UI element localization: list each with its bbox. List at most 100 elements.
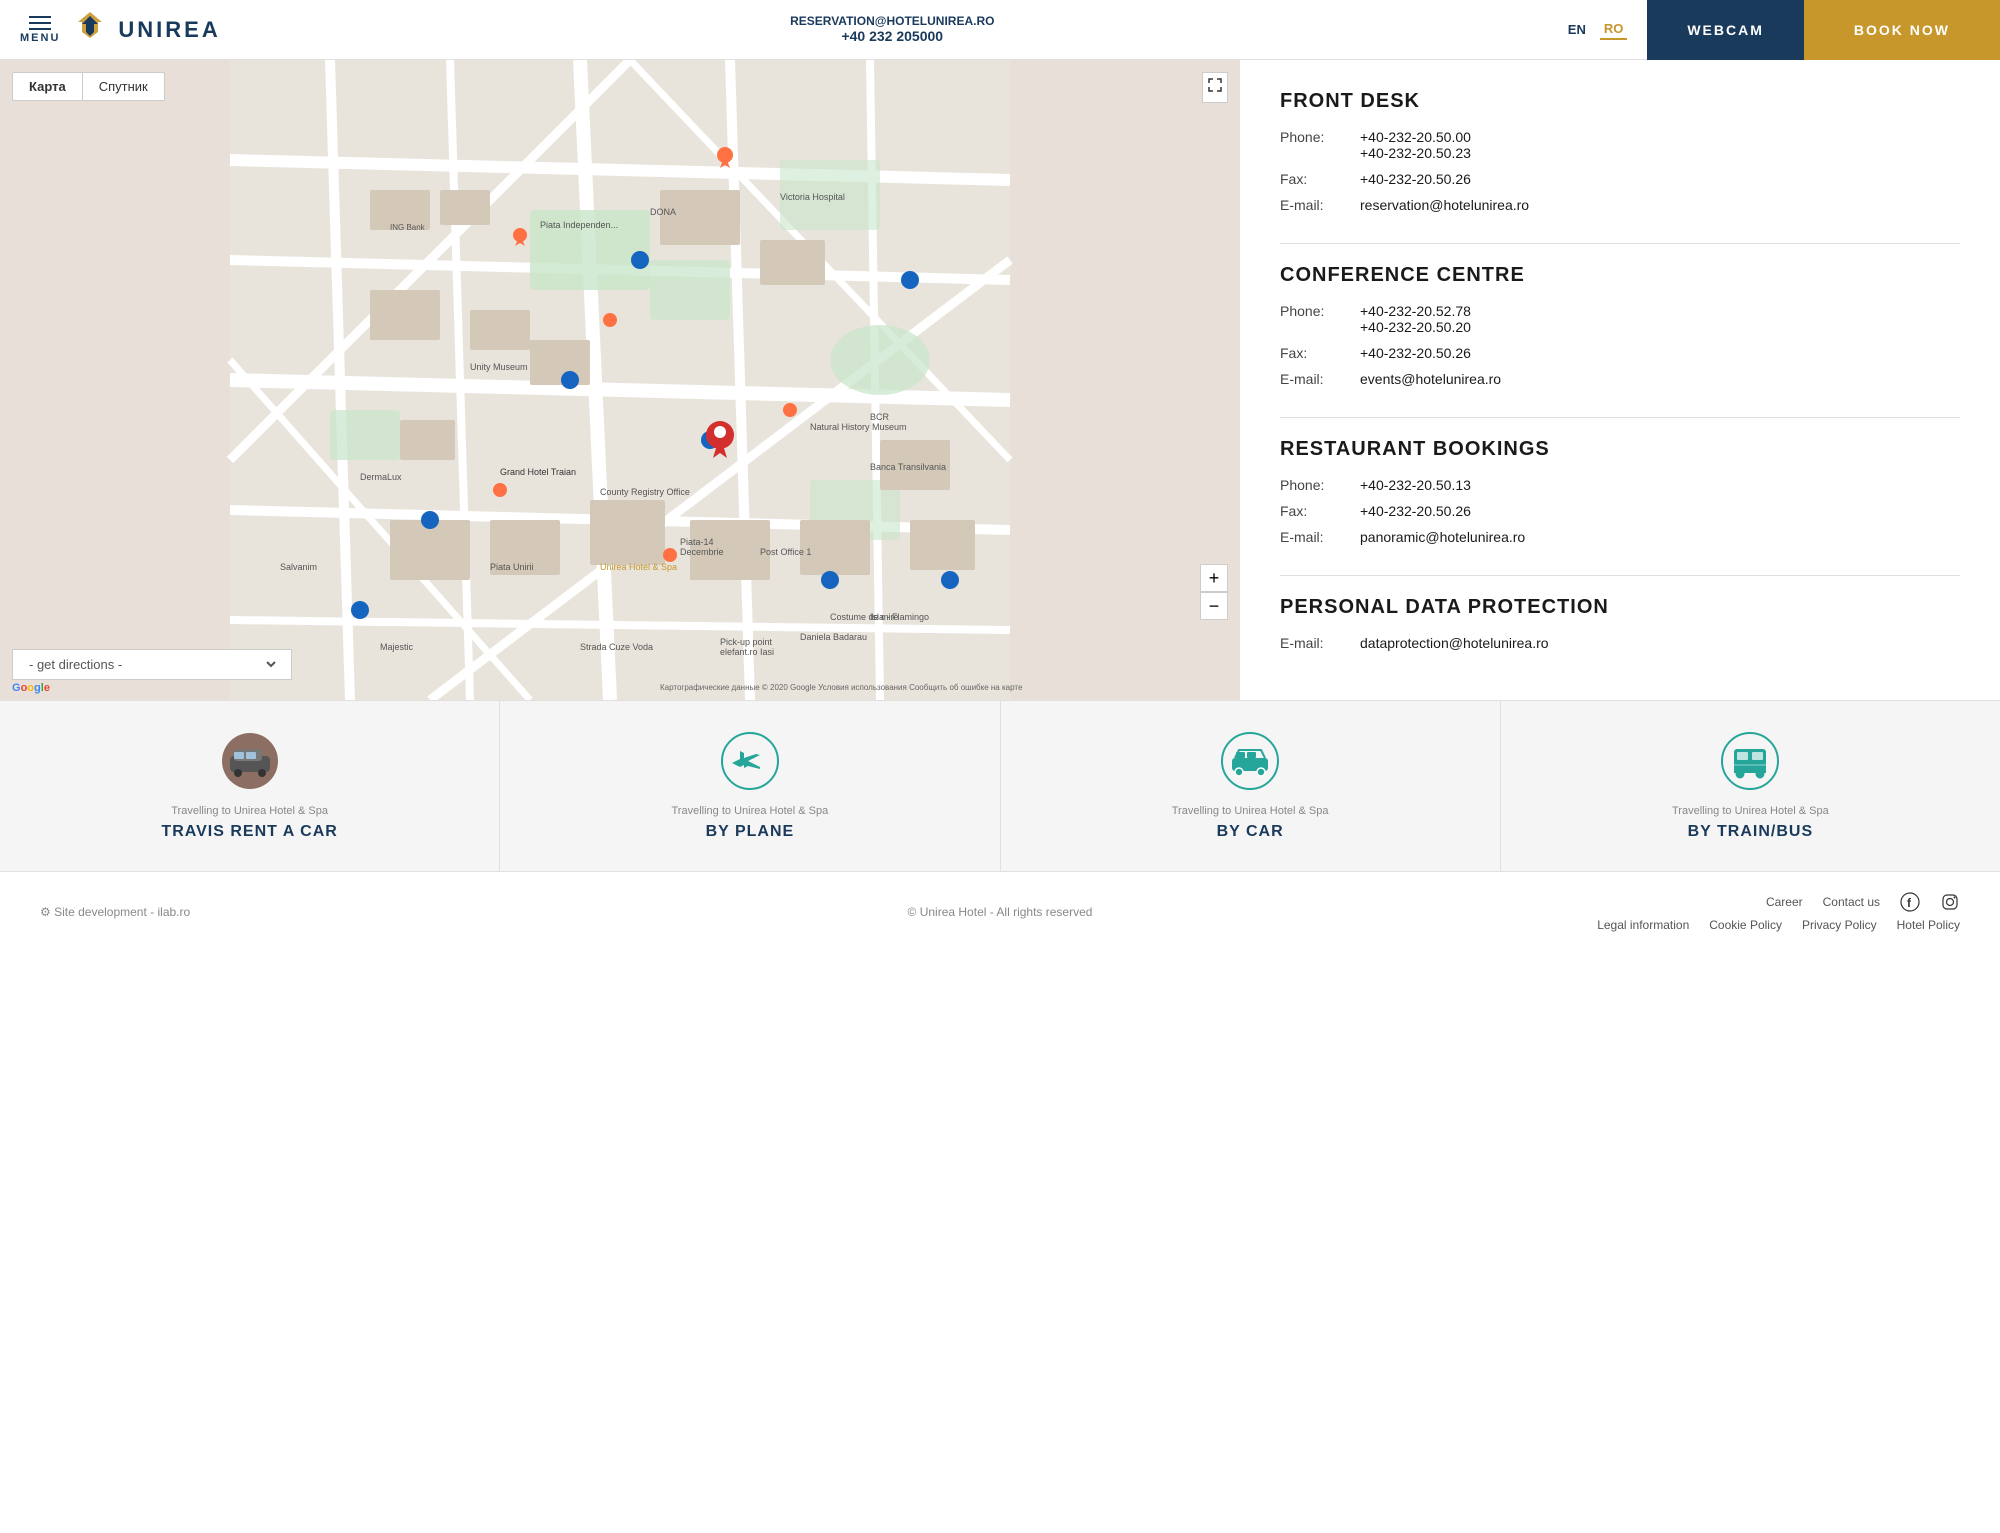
data-protection-email-row: E-mail: dataprotection@hotelunirea.ro (1280, 635, 1960, 651)
front-desk-email-row: E-mail: reservation@hotelunirea.ro (1280, 197, 1960, 213)
travel-item-car[interactable]: Travelling to Unirea Hotel & Spa BY CAR (1001, 701, 1501, 871)
footer-links-bottom: Legal information Cookie Policy Privacy … (1597, 918, 1960, 932)
header-left: MENU UNIREA (0, 10, 241, 50)
front-desk-phone-row: Phone: +40-232-20.50.00 +40-232-20.50.23 (1280, 129, 1960, 161)
conference-phone-values: +40-232-20.52.78 +40-232-20.50.20 (1360, 303, 1471, 335)
front-desk-fax-row: Fax: +40-232-20.50.26 (1280, 171, 1960, 187)
info-section: FRONT DESK Phone: +40-232-20.50.00 +40-2… (1240, 60, 2000, 700)
footer-career-link[interactable]: Career (1766, 895, 1803, 909)
svg-text:County Registry Office: County Registry Office (600, 487, 690, 497)
footer: ⚙ Site development - ilab.ro © Unirea Ho… (0, 871, 2000, 952)
conference-email-label: E-mail: (1280, 371, 1360, 387)
header-center: RESERVATION@HOTELUNIREA.RO +40 232 20500… (241, 14, 1544, 46)
directions-select[interactable]: - get directions - (25, 656, 279, 673)
map-placeholder[interactable]: Piata Independen... ING Bank Unity Museu… (0, 60, 1240, 700)
footer-legal-link[interactable]: Legal information (1597, 918, 1689, 932)
booknow-button[interactable]: BOOK NOW (1804, 0, 2000, 60)
map-tabs: Карта Спутник (12, 72, 165, 101)
svg-text:elefant.ro Iasi: elefant.ro Iasi (720, 647, 774, 657)
facebook-icon[interactable]: f (1900, 892, 1920, 912)
menu-icon (29, 16, 51, 30)
svg-text:Grand Hotel Traian: Grand Hotel Traian (500, 467, 576, 477)
svg-text:DONA: DONA (650, 207, 676, 217)
plane-icon-wrapper (720, 731, 780, 791)
conference-block: CONFERENCE CENTRE Phone: +40-232-20.52.7… (1280, 264, 1960, 387)
lang-ro[interactable]: RO (1600, 19, 1628, 40)
restaurant-phone: +40-232-20.50.13 (1360, 477, 1471, 493)
instagram-icon[interactable] (1940, 892, 1960, 912)
conference-fax-label: Fax: (1280, 345, 1360, 361)
logo-text: UNIREA (118, 17, 220, 43)
front-desk-email: reservation@hotelunirea.ro (1360, 197, 1529, 213)
footer-contact-link[interactable]: Contact us (1823, 895, 1880, 909)
travel-item-plane[interactable]: Travelling to Unirea Hotel & Spa BY PLAN… (500, 701, 1000, 871)
footer-sitedev: ⚙ Site development - ilab.ro (40, 905, 680, 919)
svg-text:Decembrie: Decembrie (680, 547, 724, 557)
restaurant-fax-label: Fax: (1280, 503, 1360, 519)
svg-text:Daniela Badarau: Daniela Badarau (800, 632, 867, 642)
map-svg: Piata Independen... ING Bank Unity Museu… (0, 60, 1240, 700)
front-desk-title: FRONT DESK (1280, 90, 1960, 113)
svg-text:Post Office 1: Post Office 1 (760, 547, 811, 557)
restaurant-email-label: E-mail: (1280, 529, 1360, 545)
directions-input[interactable]: - get directions - (12, 649, 292, 680)
conference-fax: +40-232-20.50.26 (1360, 345, 1471, 361)
conference-title: CONFERENCE CENTRE (1280, 264, 1960, 287)
car-icon-wrapper (1220, 731, 1280, 791)
map-section: Piata Independen... ING Bank Unity Museu… (0, 60, 1240, 700)
lang-en[interactable]: EN (1564, 20, 1590, 39)
restaurant-block: RESTAURANT BOOKINGS Phone: +40-232-20.50… (1280, 438, 1960, 545)
front-desk-phone2: +40-232-20.50.23 (1360, 145, 1471, 161)
expand-icon (1207, 77, 1223, 93)
google-logo: Google (12, 682, 50, 694)
rentacar-title: TRAVIS RENT A CAR (161, 823, 337, 841)
car-subtitle: Travelling to Unirea Hotel & Spa (1172, 805, 1329, 817)
svg-text:Victoria Hospital: Victoria Hospital (780, 192, 845, 202)
zoom-in-button[interactable]: + (1200, 564, 1228, 592)
conference-fax-row: Fax: +40-232-20.50.26 (1280, 345, 1960, 361)
conference-phone-row: Phone: +40-232-20.52.78 +40-232-20.50.20 (1280, 303, 1960, 335)
front-desk-fax: +40-232-20.50.26 (1360, 171, 1471, 187)
svg-text:Piata-14: Piata-14 (680, 537, 714, 547)
webcam-button[interactable]: WEBCAM (1647, 0, 1804, 60)
rentacar-icon (220, 731, 280, 791)
conference-phone2: +40-232-20.50.20 (1360, 319, 1471, 335)
svg-text:Unity Museum: Unity Museum (470, 362, 528, 372)
footer-privacy-link[interactable]: Privacy Policy (1802, 918, 1877, 932)
plane-subtitle: Travelling to Unirea Hotel & Spa (672, 805, 829, 817)
front-desk-phone-label: Phone: (1280, 129, 1360, 145)
footer-hotel-link[interactable]: Hotel Policy (1897, 918, 1960, 932)
map-expand-button[interactable] (1202, 72, 1228, 103)
car-icon (1220, 731, 1280, 791)
svg-text:Majestic: Majestic (380, 642, 414, 652)
data-protection-block: PERSONAL DATA PROTECTION E-mail: datapro… (1280, 596, 1960, 651)
zoom-out-button[interactable]: − (1200, 592, 1228, 620)
conference-email: events@hotelunirea.ro (1360, 371, 1501, 387)
svg-text:Картографические данные © 2020: Картографические данные © 2020 Google Ус… (660, 683, 1023, 692)
divider-1 (1280, 243, 1960, 244)
svg-text:BCR: BCR (870, 412, 890, 422)
footer-cookie-link[interactable]: Cookie Policy (1709, 918, 1782, 932)
menu-label: MENU (20, 32, 60, 44)
site-dev-text: ⚙ Site development - ilab.ro (40, 905, 190, 919)
map-tab-map[interactable]: Карта (12, 72, 83, 101)
divider-3 (1280, 575, 1960, 576)
travel-section: Travelling to Unirea Hotel & Spa TRAVIS … (0, 700, 2000, 871)
menu-button[interactable]: MENU (20, 16, 60, 44)
front-desk-fax-label: Fax: (1280, 171, 1360, 187)
copyright-text: © Unirea Hotel - All rights reserved (908, 905, 1093, 919)
conference-phone1: +40-232-20.52.78 (1360, 303, 1471, 319)
front-desk-phone-values: +40-232-20.50.00 +40-232-20.50.23 (1360, 129, 1471, 161)
bus-subtitle: Travelling to Unirea Hotel & Spa (1672, 805, 1829, 817)
restaurant-fax: +40-232-20.50.26 (1360, 503, 1471, 519)
header-phone: +40 232 205000 (841, 28, 943, 44)
travel-item-bus[interactable]: Travelling to Unirea Hotel & Spa BY TRAI… (1501, 701, 2000, 871)
plane-icon (720, 731, 780, 791)
rentacar-subtitle: Travelling to Unirea Hotel & Spa (171, 805, 328, 817)
logo-area[interactable]: UNIREA (70, 10, 220, 50)
travel-item-rentacar[interactable]: Travelling to Unirea Hotel & Spa TRAVIS … (0, 701, 500, 871)
map-tab-satellite[interactable]: Спутник (83, 72, 165, 101)
conference-email-row: E-mail: events@hotelunirea.ro (1280, 371, 1960, 387)
footer-copyright: © Unirea Hotel - All rights reserved (680, 905, 1320, 919)
conference-phone-label: Phone: (1280, 303, 1360, 319)
